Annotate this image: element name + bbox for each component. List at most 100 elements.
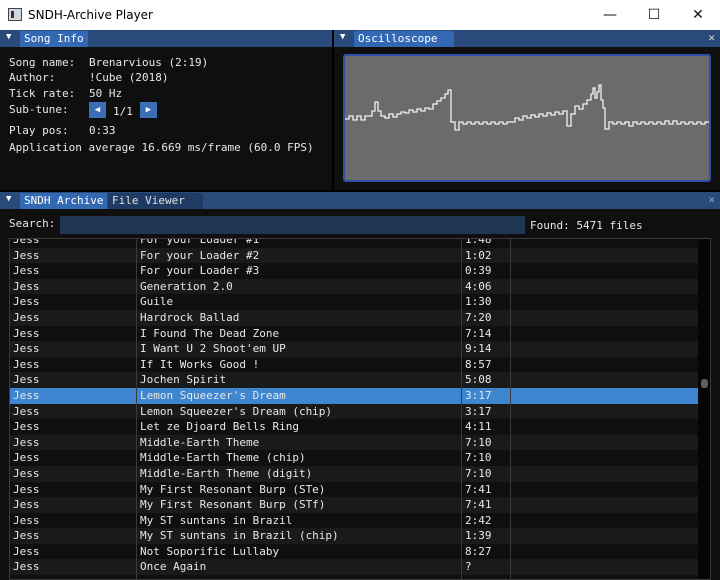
row-author: Jess <box>13 451 40 465</box>
row-duration: 2:42 <box>465 513 492 527</box>
row-author: Jess <box>13 560 40 574</box>
table-row[interactable]: Jess For your Loader #2 1:02 <box>10 247 699 264</box>
row-title: Not Soporific Lullaby <box>140 544 280 558</box>
tab-song-info[interactable]: Song Info <box>20 31 88 47</box>
row-title: I Found The Dead Zone <box>140 326 280 340</box>
row-author: Jess <box>13 404 40 418</box>
row-duration: 7:10 <box>465 451 492 465</box>
row-title: Guile <box>140 295 174 309</box>
author-value: !Cube (2018) <box>89 71 169 84</box>
row-author: Jess <box>13 482 40 496</box>
row-title: Hardrock Ballad <box>140 310 240 324</box>
row-duration: 8:57 <box>465 357 492 371</box>
row-author: Jess <box>13 435 40 449</box>
table-row[interactable]: Jess Generation 2.0 4:06 <box>10 278 699 295</box>
app-icon <box>8 8 22 21</box>
waveform <box>345 84 709 131</box>
table-row[interactable]: Jess If It Works Good ! 8:57 <box>10 357 699 373</box>
search-input[interactable] <box>60 216 525 234</box>
window-title: SNDH-Archive Player <box>28 8 153 22</box>
row-title: If It Works Good ! <box>140 357 260 371</box>
row-author: Jess <box>13 342 40 356</box>
row-title: Lemon Squeezer's Dream (chip) <box>140 404 333 418</box>
row-author: Jess <box>13 326 40 340</box>
next-subtune-button[interactable]: ▶ <box>140 102 157 118</box>
row-duration: 0:39 <box>465 264 492 278</box>
author-label: Author: <box>9 71 56 84</box>
oscilloscope-panel: ▼ Oscilloscope ✕ <box>334 30 720 190</box>
maximize-button[interactable]: ☐ <box>632 0 676 30</box>
scrollbar-thumb[interactable] <box>701 379 708 388</box>
row-duration: 1:30 <box>465 295 492 309</box>
table-row[interactable]: Jess Middle-Earth Theme (digit) 7:10 <box>10 465 699 482</box>
table-row[interactable]: Jess Let ze Djoard Bells Ring 4:11 <box>10 419 699 435</box>
table-row[interactable]: Jess Middle-Earth Theme 7:10 <box>10 434 699 451</box>
row-author: Jess <box>13 279 40 293</box>
row-duration: 7:14 <box>465 326 492 340</box>
collapse-arrow-icon[interactable]: ▼ <box>6 32 11 42</box>
close-window-button[interactable]: ✕ <box>676 0 720 30</box>
column-divider <box>510 239 511 579</box>
row-title: Jochen Spirit <box>140 373 227 387</box>
row-duration: ? <box>465 560 472 574</box>
table-row[interactable]: Jess My ST suntans in Brazil 2:42 <box>10 513 699 529</box>
column-divider <box>461 239 462 579</box>
table-row[interactable]: Jess Guile 1:30 <box>10 294 699 310</box>
collapse-arrow-icon[interactable]: ▼ <box>340 32 345 42</box>
tab-oscilloscope[interactable]: Oscilloscope <box>354 31 454 47</box>
close-icon[interactable]: ✕ <box>708 193 715 206</box>
row-title: My First Resonant Burp (STe) <box>140 482 326 496</box>
prev-subtune-button[interactable]: ◀ <box>89 102 106 118</box>
row-author: Jess <box>13 498 40 512</box>
tick-rate-value: 50 Hz <box>89 87 123 100</box>
table-row[interactable]: Jess I Found The Dead Zone 7:14 <box>10 326 699 342</box>
song-name-label: Song name: <box>9 56 76 69</box>
found-count: Found: 5471 files <box>530 219 643 232</box>
table-row[interactable]: Jess Lemon Squeezer's Dream (chip) 3:17 <box>10 403 699 420</box>
table-row[interactable]: Jess Jochen Spirit 5:08 <box>10 372 699 388</box>
row-author: Jess <box>13 529 40 543</box>
table-row[interactable]: Jess Hardrock Ballad 7:20 <box>10 309 699 326</box>
row-author: Jess <box>13 466 40 480</box>
row-title: Middle-Earth Theme <box>140 435 260 449</box>
close-icon[interactable]: ✕ <box>708 31 715 44</box>
row-author: Jess <box>13 357 40 371</box>
table-row[interactable]: Jess My First Resonant Burp (STf) 7:41 <box>10 497 699 513</box>
row-duration: 4:06 <box>465 279 492 293</box>
row-author: Jess <box>13 295 40 309</box>
oscilloscope-header: ▼ Oscilloscope ✕ <box>334 30 720 47</box>
row-duration: 3:17 <box>465 404 492 418</box>
song-name-value: Brenarvious (2:19) <box>89 56 209 69</box>
play-pos-label: Play pos: <box>9 124 69 137</box>
table-row[interactable]: Jess Not Soporific Lullaby 8:27 <box>10 544 699 560</box>
row-duration: 7:10 <box>465 435 492 449</box>
row-title: Middle-Earth Theme (digit) <box>140 466 313 480</box>
row-title: My ST suntans in Brazil (chip) <box>140 529 339 543</box>
row-duration: 8:27 <box>465 544 492 558</box>
row-duration: 7:41 <box>465 482 492 496</box>
table-row[interactable]: Jess Once Again? <box>10 559 699 576</box>
row-author: Jess <box>13 310 40 324</box>
table-row[interactable]: Jess For your Loader #3 0:39 <box>10 263 699 279</box>
table-row[interactable]: Jess My First Resonant Burp (STe) 7:41 <box>10 482 699 498</box>
row-duration: 4:11 <box>465 420 492 434</box>
row-author: Jess <box>13 388 40 402</box>
tab-sndh-archive[interactable]: SNDH Archive <box>20 193 108 209</box>
table-row[interactable]: Jess Lemon Squeezer's Dream 3:17 <box>10 387 699 404</box>
row-duration: 7:20 <box>465 310 492 324</box>
table-row[interactable]: Jess My ST suntans in Brazil (chip) 1:39 <box>10 528 699 544</box>
column-divider <box>136 239 137 579</box>
song-info-panel: ▼ Song Info Song name: Brenarvious (2:19… <box>0 30 332 190</box>
tab-file-viewer[interactable]: File Viewer <box>108 193 203 209</box>
sndh-archive-panel: ▼ SNDH Archive File Viewer ✕ Search: Fou… <box>0 192 720 580</box>
table-row[interactable]: Jess I Want U 2 Shoot'em UP 9:14 <box>10 341 699 357</box>
scrollbar[interactable] <box>698 239 710 579</box>
archive-header: ▼ SNDH Archive File Viewer ✕ <box>0 192 720 209</box>
minimize-button[interactable]: — <box>588 0 632 30</box>
table-row[interactable]: Jess Middle-Earth Theme (chip) 7:10 <box>10 450 699 466</box>
collapse-arrow-icon[interactable]: ▼ <box>6 194 11 204</box>
row-author: Jess <box>13 248 40 262</box>
row-author: Jess <box>13 264 40 278</box>
oscilloscope-display <box>343 54 711 182</box>
table-row[interactable]: Jess For your Loader #1 1:48 <box>10 239 699 248</box>
